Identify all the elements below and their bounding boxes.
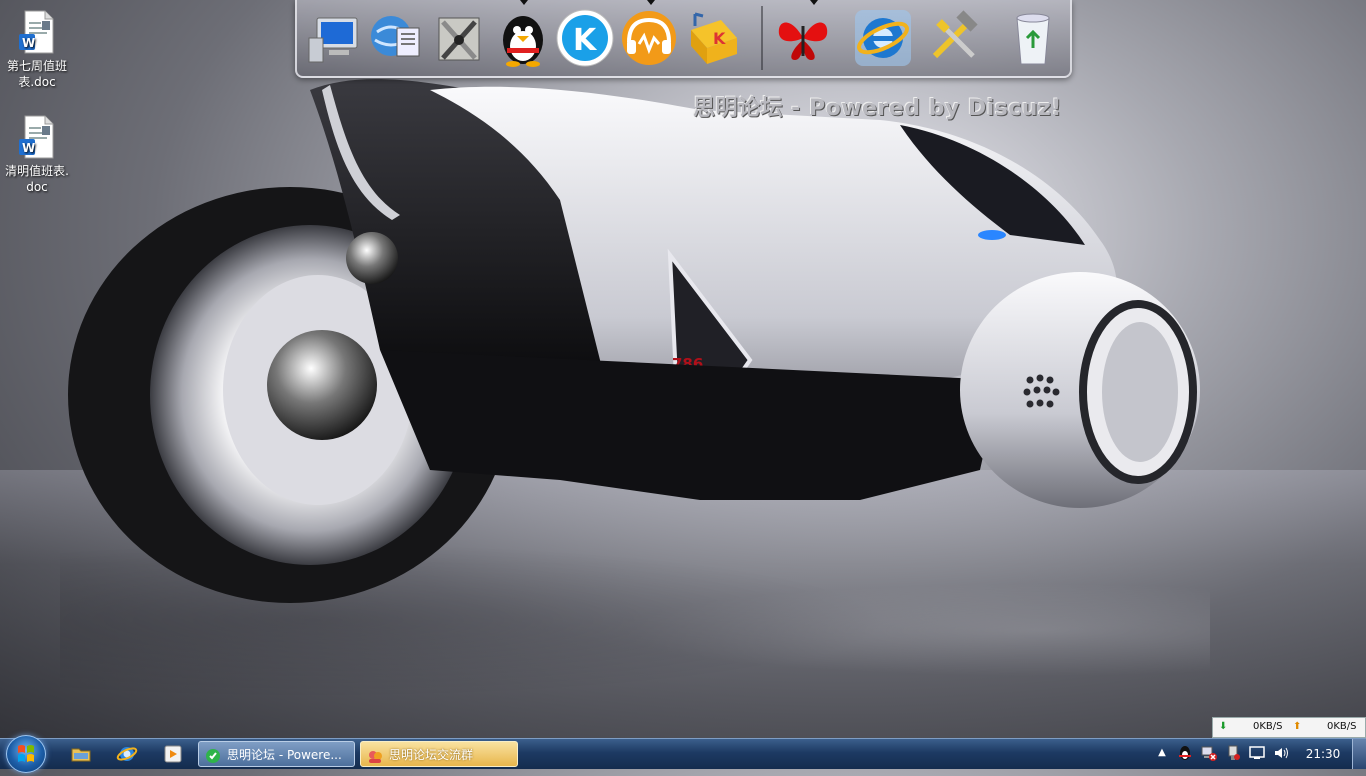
- download-arrow-icon: ⬇: [1219, 721, 1228, 732]
- show-desktop-button[interactable]: [1352, 739, 1366, 769]
- hammer-tools-icon[interactable]: [925, 8, 985, 68]
- usb-icon[interactable]: [1224, 744, 1242, 762]
- app-dock: K K: [295, 0, 1072, 78]
- task-label: 思明论坛 - Powere...: [227, 748, 342, 762]
- network-globe-icon[interactable]: [367, 8, 427, 68]
- internet-explorer-icon[interactable]: [853, 8, 913, 68]
- desktop-file-label-line2: doc: [26, 180, 48, 194]
- wallpaper-forum-title: 思明论坛 - Powered by Discuz!: [693, 96, 1062, 121]
- svg-text:W: W: [22, 36, 35, 50]
- taskbar-button-qq-group[interactable]: 思明论坛交流群: [360, 741, 518, 767]
- ie-task-icon: [205, 747, 221, 763]
- explorer-folder-icon[interactable]: [70, 743, 92, 765]
- volume-icon[interactable]: [1272, 744, 1290, 762]
- kugou-icon[interactable]: K: [555, 8, 615, 68]
- word-doc-icon: W: [19, 10, 55, 54]
- taskbar: 思明论坛 - Powere... 思明论坛交流群 ▲ 21:30: [0, 735, 1366, 773]
- qq-tray-icon[interactable]: [1176, 744, 1194, 762]
- media-player-icon[interactable]: [162, 743, 184, 765]
- kuwo-music-icon[interactable]: K: [683, 8, 743, 68]
- tools-icon[interactable]: [429, 8, 489, 68]
- svg-text:K: K: [573, 23, 598, 58]
- dock-running-indicator: [810, 0, 818, 5]
- desktop-file-label-line2: 表.doc: [18, 75, 56, 89]
- upload-speed: 0KB/S: [1327, 721, 1357, 732]
- dock-separator: [761, 6, 763, 70]
- windows-logo-icon: [18, 745, 34, 762]
- upload-arrow-icon: ⬆: [1293, 721, 1302, 732]
- download-speed: 0KB/S: [1253, 721, 1283, 732]
- music-player-icon[interactable]: [619, 8, 679, 68]
- dock-running-indicator: [520, 0, 528, 5]
- network-speed-widget[interactable]: ⬇ 0KB/S ⬆ 0KB/S: [1212, 717, 1366, 738]
- butterfly-icon[interactable]: [773, 8, 833, 68]
- internet-explorer-icon[interactable]: [116, 743, 138, 765]
- qq-group-icon: [367, 747, 383, 763]
- motorcycle-wallpaper: 786: [68, 79, 1200, 603]
- taskbar-button-forum-ie[interactable]: 思明论坛 - Powere...: [198, 741, 355, 767]
- desktop-file-label-line1: 清明值班表.: [5, 164, 69, 178]
- show-hidden-icons[interactable]: ▲: [1153, 744, 1171, 762]
- start-button[interactable]: [6, 735, 46, 773]
- dock-running-indicator: [647, 0, 655, 5]
- desktop-file-week7-schedule[interactable]: W 第七周值班 表.doc: [0, 10, 74, 90]
- svg-text:K: K: [713, 29, 726, 48]
- desktop-file-qingming-schedule[interactable]: W 清明值班表. doc: [0, 115, 74, 195]
- task-label: 思明论坛交流群: [389, 748, 474, 762]
- desktop-file-label-line1: 第七周值班: [6, 59, 67, 73]
- qq-penguin-icon[interactable]: [493, 8, 553, 68]
- svg-text:W: W: [22, 141, 35, 155]
- word-doc-icon: W: [19, 115, 55, 159]
- system-clock[interactable]: 21:30: [1303, 739, 1343, 769]
- network-warning-icon[interactable]: [1200, 744, 1218, 762]
- action-center-icon[interactable]: [1248, 744, 1266, 762]
- recycle-bin-icon[interactable]: [1003, 8, 1063, 68]
- my-computer-icon[interactable]: [303, 8, 363, 68]
